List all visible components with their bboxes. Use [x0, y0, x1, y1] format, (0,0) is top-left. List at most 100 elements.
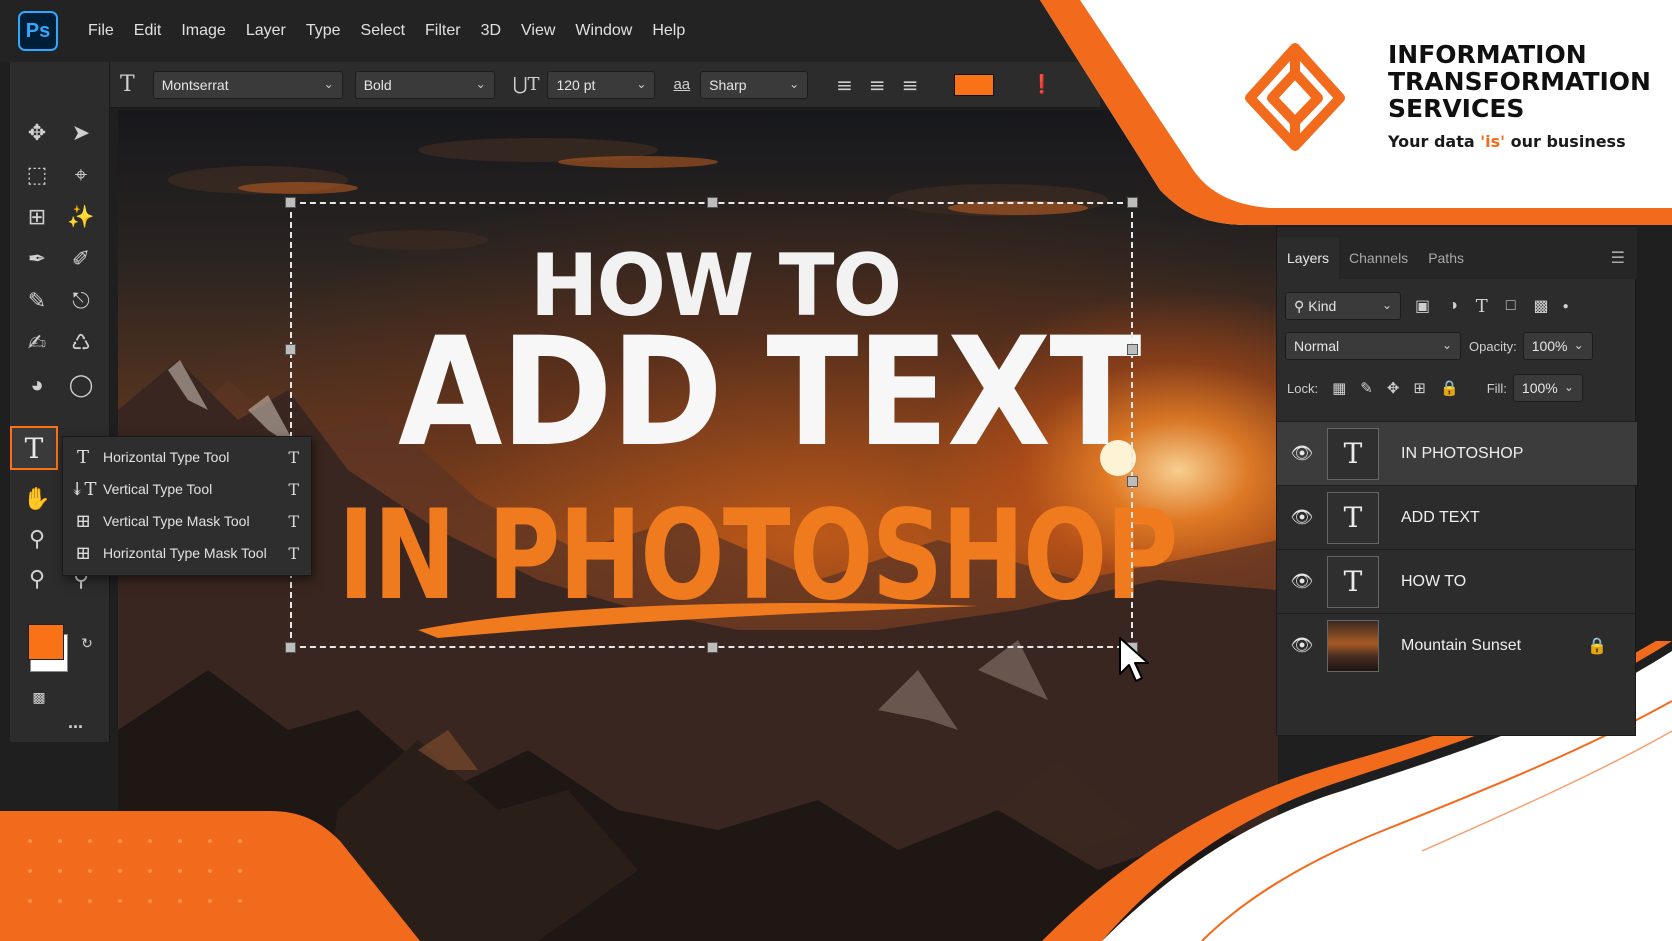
lock-artboard-icon[interactable]: ⊞ [1413, 379, 1426, 397]
lock-transparent-icon[interactable]: ▦ [1332, 379, 1346, 397]
layer-name: HOW TO [1401, 572, 1467, 590]
menu-type[interactable]: Type [306, 22, 341, 40]
filter-adjustment-icon[interactable]: ◑ [1448, 297, 1458, 315]
swap-colors-icon[interactable]: ↻ [72, 628, 102, 658]
eyedropper-tool-icon[interactable]: ✒ [22, 244, 52, 274]
default-colors-icon[interactable]: ▩ [24, 682, 54, 712]
menu-edit[interactable]: Edit [134, 22, 162, 40]
layer-row-mountain-sunset[interactable]: 👁 Mountain Sunset 🔒 [1277, 613, 1637, 677]
flyout-vertical-type-tool[interactable]: ↡T Vertical Type Tool T [63, 473, 313, 505]
panel-menu-icon[interactable]: ☰ [1611, 248, 1625, 268]
healing-brush-icon[interactable]: ✐ [66, 244, 96, 274]
transform-handle-bottom[interactable] [707, 642, 718, 653]
options-bar: T Montserrat ⌄ Bold ⌄ ⋃T 120 pt ⌄ aa Sha… [110, 62, 1100, 108]
brush-tool-icon[interactable]: ✎ [22, 286, 52, 316]
horizontal-type-tool-icon[interactable]: T [10, 426, 58, 470]
flyout-horizontal-type-tool[interactable]: T Horizontal Type Tool T [63, 441, 313, 473]
visibility-eye-icon[interactable]: 👁 [1277, 571, 1327, 592]
more-tools-icon[interactable]: ... [68, 712, 83, 733]
blend-mode-select[interactable]: Normal ⌄ [1285, 332, 1461, 360]
fill-label: Fill: [1486, 380, 1507, 396]
lock-row: Lock: ▦ ✎ ✥ ⊞ 🔒 Fill: 100% ⌄ [1277, 373, 1637, 403]
transform-handle-top[interactable] [707, 197, 718, 208]
eraser-tool-icon[interactable]: ♺ [66, 328, 96, 358]
clone-stamp-icon[interactable]: ⎋ [66, 286, 96, 316]
layer-row-in-photoshop[interactable]: 👁 T IN PHOTOSHOP [1277, 421, 1637, 485]
menu-window[interactable]: Window [575, 22, 632, 40]
history-brush-icon[interactable]: ✍ [22, 328, 52, 358]
flyout-item-label: Horizontal Type Tool [103, 449, 230, 465]
filter-kind-select[interactable]: ⚲ Kind ⌄ [1285, 292, 1401, 320]
align-left-icon[interactable]: ≡ [836, 73, 853, 97]
transform-bounding-box[interactable] [285, 197, 1138, 653]
flyout-horizontal-type-mask-tool[interactable]: ⊞ Horizontal Type Mask Tool T [63, 537, 313, 569]
flyout-item-shortcut: T [288, 479, 299, 499]
font-style-select[interactable]: Bold ⌄ [354, 70, 495, 99]
menu-layer[interactable]: Layer [246, 22, 286, 40]
panel-grip[interactable] [1277, 227, 1637, 237]
artboard-tool-icon[interactable]: ➤ [66, 118, 96, 148]
align-center-icon[interactable]: ≡ [869, 73, 886, 97]
layer-row-add-text[interactable]: 👁 T ADD TEXT [1277, 485, 1637, 549]
tab-paths[interactable]: Paths [1418, 237, 1474, 279]
quick-select-tool-icon[interactable]: ✨ [66, 202, 96, 232]
filter-pixel-icon[interactable]: ▣ [1415, 296, 1430, 316]
transform-handle-top-left[interactable] [285, 197, 296, 208]
filter-smart-object-icon[interactable]: ▩ [1533, 296, 1548, 316]
chevron-down-icon: ⌄ [475, 76, 486, 91]
blend-mode-value: Normal [1294, 338, 1340, 354]
transform-handle-right-lower[interactable] [1127, 476, 1138, 487]
move-tool-icon[interactable]: ✥ [22, 118, 52, 148]
hand-tool-icon[interactable]: ✋ [22, 484, 52, 514]
menu-image[interactable]: Image [181, 22, 225, 40]
zoom-tool-icon[interactable]: ⚲ [22, 524, 52, 554]
lock-all-icon[interactable]: 🔒 [1440, 379, 1459, 397]
visibility-eye-icon[interactable]: 👁 [1277, 443, 1327, 464]
menu-3d[interactable]: 3D [481, 22, 501, 40]
tab-layers[interactable]: Layers [1277, 237, 1340, 279]
transform-handle-right-upper[interactable] [1127, 344, 1138, 355]
blur-tool-icon[interactable]: ◯ [66, 370, 96, 400]
zoom-in-icon[interactable]: ⚲ [22, 564, 52, 594]
menu-view[interactable]: View [521, 22, 555, 40]
align-right-icon[interactable]: ≡ [902, 73, 919, 97]
menu-filter[interactable]: Filter [425, 22, 461, 40]
tab-channels[interactable]: Channels [1339, 237, 1418, 279]
text-color-swatch[interactable] [954, 73, 995, 96]
menu-help[interactable]: Help [652, 22, 685, 40]
paint-bucket-icon[interactable]: ◕ [22, 370, 52, 400]
marquee-tool-icon[interactable]: ⬚ [22, 160, 52, 190]
menu-file[interactable]: File [88, 22, 114, 40]
lock-image-icon[interactable]: ✎ [1360, 379, 1373, 397]
lasso-tool-icon[interactable]: ⌖ [66, 160, 96, 190]
filter-toggle-icon[interactable]: ● [1563, 301, 1569, 312]
transform-handle-bottom-left[interactable] [285, 642, 296, 653]
filter-type-icon[interactable]: T [1476, 296, 1488, 317]
crop-tool-icon[interactable]: ⊞ [22, 202, 52, 232]
tools-panel: ✥ ➤ ⬚ ⌖ ⊞ ✨ ✒ ✐ ✎ ⎋ ✍ ♺ ◕ ◯ T ⌄ ✋ ⚲ ⚲ ⚲ … [10, 62, 110, 742]
layers-panel: Layers Channels Paths ☰ ⚲ Kind ⌄ ▣ ◑ T □… [1276, 226, 1637, 736]
blend-row: Normal ⌄ Opacity: 100% ⌄ [1277, 331, 1637, 361]
brand-tagline: Your data 'is' our business [1388, 132, 1626, 151]
transform-handle-left[interactable] [285, 344, 296, 355]
flyout-vertical-type-mask-tool[interactable]: ⊞ Vertical Type Mask Tool T [63, 505, 313, 537]
menu-select[interactable]: Select [361, 22, 405, 40]
brand-header: INFORMATION TRANSFORMATION SERVICES Your… [1040, 0, 1672, 225]
lock-position-icon[interactable]: ✥ [1387, 379, 1400, 397]
font-size-select[interactable]: 120 pt ⌄ [547, 70, 656, 99]
filter-shape-icon[interactable]: □ [1506, 297, 1516, 315]
visibility-eye-icon[interactable]: 👁 [1277, 635, 1327, 656]
antialias-select[interactable]: Sharp ⌄ [700, 70, 809, 99]
foreground-color-swatch[interactable] [28, 624, 64, 660]
flyout-item-label: Vertical Type Mask Tool [103, 513, 250, 529]
menu-bar: Ps File Edit Image Layer Type Select Fil… [0, 0, 1100, 62]
fill-input[interactable]: 100% ⌄ [1512, 374, 1583, 402]
opacity-input[interactable]: 100% ⌄ [1522, 332, 1593, 360]
lock-label: Lock: [1287, 380, 1319, 396]
type-tool-preset-icon[interactable]: T [120, 72, 135, 97]
font-family-select[interactable]: Montserrat ⌄ [152, 70, 343, 99]
filter-kind-value: Kind [1308, 298, 1337, 314]
photoshop-logo: Ps [18, 11, 58, 51]
layer-row-how-to[interactable]: 👁 T HOW TO [1277, 549, 1637, 613]
visibility-eye-icon[interactable]: 👁 [1277, 507, 1327, 528]
